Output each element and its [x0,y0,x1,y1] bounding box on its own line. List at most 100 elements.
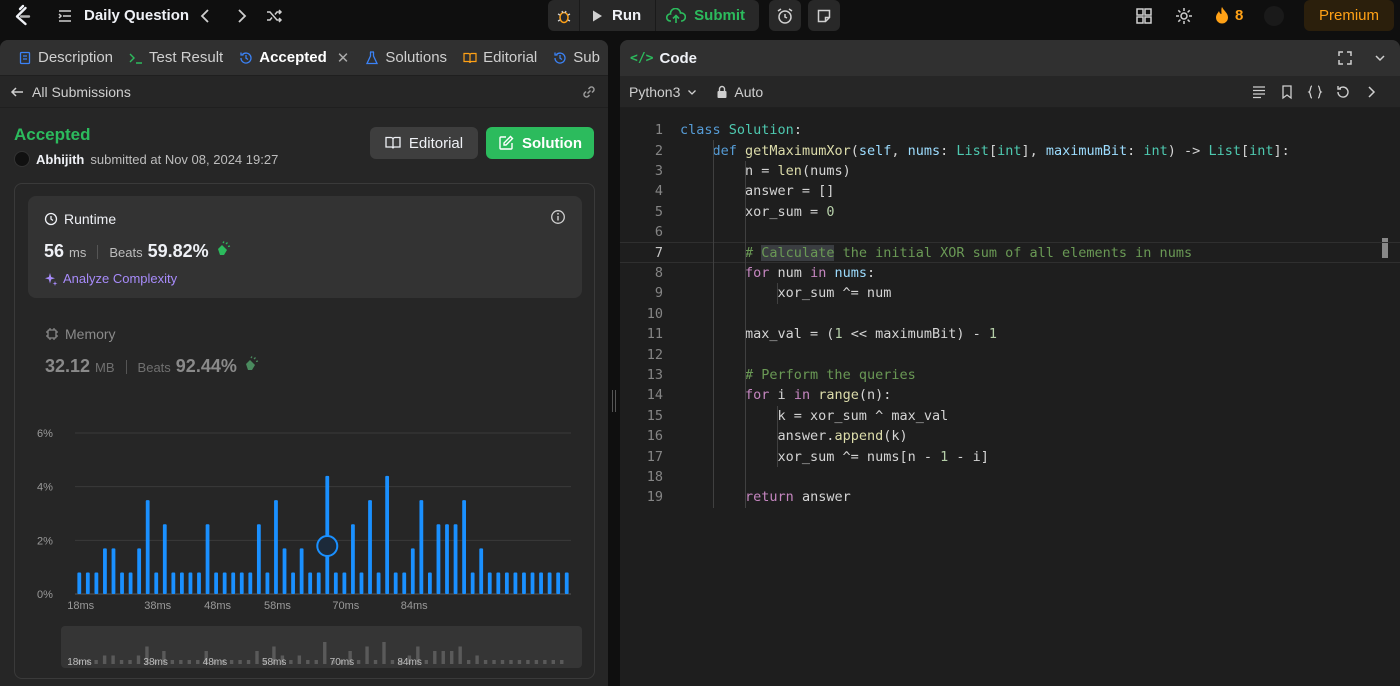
format-lines-icon[interactable] [1251,84,1267,100]
runtime-bar[interactable] [368,500,372,594]
runtime-bar[interactable] [256,524,261,594]
runtime-bar[interactable] [436,524,441,594]
runtime-bar[interactable] [564,572,569,594]
code-line[interactable]: 9 xor_sum ^= num [620,283,1400,303]
runtime-bar[interactable] [359,572,364,594]
runtime-bar[interactable] [342,572,347,594]
runtime-bar[interactable] [145,500,150,594]
runtime-bar[interactable] [274,500,278,594]
expand-chevron-icon[interactable] [1363,84,1379,100]
runtime-bar[interactable] [470,572,475,594]
runtime-bar[interactable] [188,572,193,594]
code-line[interactable]: 11 max_val = (1 << maximumBit) - 1 [620,324,1400,344]
runtime-bar[interactable] [385,475,390,594]
runtime-bar[interactable] [427,572,432,594]
runtime-bar[interactable] [487,572,492,594]
runtime-bar[interactable] [137,548,142,594]
runtime-bar[interactable] [171,572,176,594]
fullscreen-icon[interactable] [1337,50,1353,66]
runtime-bar[interactable] [120,572,124,594]
runtime-bar[interactable] [197,572,201,594]
close-tab-icon[interactable]: ✕ [337,49,350,67]
streak-counter[interactable]: 8 [1215,6,1243,24]
runtime-bar[interactable] [522,572,526,594]
code-line[interactable]: 13 # Perform the queries [620,365,1400,385]
runtime-bar[interactable] [85,572,90,594]
problem-list-title[interactable]: Daily Question [84,7,189,24]
runtime-bar[interactable] [282,548,287,594]
shuffle-icon[interactable] [265,7,283,25]
runtime-bar[interactable] [530,572,535,594]
code-line[interactable]: 2 def getMaximumXor(self, nums: List[int… [620,140,1400,160]
language-select[interactable]: Python3 [629,84,698,100]
leetcode-logo-icon[interactable] [10,4,34,28]
timer-button[interactable] [769,0,801,31]
runtime-bar[interactable] [111,548,116,594]
runtime-bar[interactable] [239,572,244,594]
code-editor[interactable]: 1 class Solution: 2 def getMaximumXor(self… [620,116,1400,686]
auto-mode-toggle[interactable]: Auto [716,84,763,100]
runtime-bar[interactable] [513,572,518,594]
previous-question-icon[interactable] [196,6,216,26]
code-line[interactable]: 6 [620,222,1400,242]
code-line[interactable]: 14 for i in range(n): [620,385,1400,405]
runtime-bar[interactable] [103,548,107,594]
back-arrow-icon[interactable] [10,85,24,99]
runtime-bar[interactable] [154,572,159,594]
reset-icon[interactable] [1335,84,1351,100]
runtime-bar[interactable] [419,500,424,594]
runtime-bar[interactable] [393,572,398,594]
runtime-bar[interactable] [351,524,355,594]
tab-test-result[interactable]: Test Result [121,40,231,76]
runtime-bar[interactable] [547,572,552,594]
code-line[interactable]: 8 for num in nums: [620,263,1400,283]
runtime-bar[interactable] [94,572,99,594]
runtime-bar[interactable] [376,572,381,594]
submitter-name[interactable]: Abhijith [36,152,84,167]
runtime-bar[interactable] [179,572,184,594]
tab-solutions[interactable]: Solutions [357,40,455,76]
layout-grid-icon[interactable] [1134,6,1154,26]
code-line[interactable]: 4 answer = [] [620,181,1400,201]
submitter-avatar[interactable] [14,151,30,167]
your-runtime-marker[interactable] [316,535,339,557]
runtime-bar[interactable] [222,572,227,594]
runtime-bar[interactable] [316,572,321,594]
runtime-bar[interactable] [462,500,467,594]
user-avatar[interactable] [1264,6,1284,26]
code-line[interactable]: 5 xor_sum = 0 [620,202,1400,222]
tab-submissions[interactable]: Sub [545,40,608,76]
code-line[interactable]: 19 return answer [620,487,1400,507]
runtime-bar[interactable] [504,572,509,594]
panel-resize-handle[interactable] [612,390,616,412]
runtime-bar[interactable] [77,572,82,594]
code-line[interactable]: 7 # Calculate the initial XOR sum of all… [620,242,1400,263]
tab-editorial[interactable]: Editorial [455,40,545,76]
braces-icon[interactable] [1307,84,1323,100]
runtime-bar[interactable] [325,475,330,594]
runtime-bar[interactable] [402,572,407,594]
tab-description[interactable]: Description [10,40,121,76]
all-submissions-link[interactable]: All Submissions [32,84,131,100]
code-line[interactable]: 17 xor_sum ^= nums[n - 1 - i] [620,446,1400,466]
code-line[interactable]: 3 n = len(nums) [620,161,1400,181]
chart-range-minimap[interactable]: 18ms 38ms 48ms 58ms 70ms 84ms [61,626,582,668]
runtime-bar[interactable] [445,524,449,594]
submit-button[interactable]: Submit [656,0,759,31]
code-line[interactable]: 12 [620,344,1400,364]
tab-accepted[interactable]: Accepted ✕ [231,40,357,76]
runtime-bar[interactable] [333,572,338,594]
code-line[interactable]: 10 [620,304,1400,324]
bookmark-icon[interactable] [1279,84,1295,100]
premium-button[interactable]: Premium [1304,0,1394,31]
runtime-bar[interactable] [496,572,501,594]
debug-button[interactable] [548,0,580,31]
runtime-bar[interactable] [308,572,313,594]
runtime-bar[interactable] [299,548,304,594]
code-line[interactable]: 1 class Solution: [620,120,1400,140]
share-link-icon[interactable] [580,83,598,101]
runtime-bar[interactable] [291,572,295,594]
runtime-bar[interactable] [539,572,543,594]
runtime-bar[interactable] [453,524,458,594]
runtime-bar[interactable] [231,572,236,594]
